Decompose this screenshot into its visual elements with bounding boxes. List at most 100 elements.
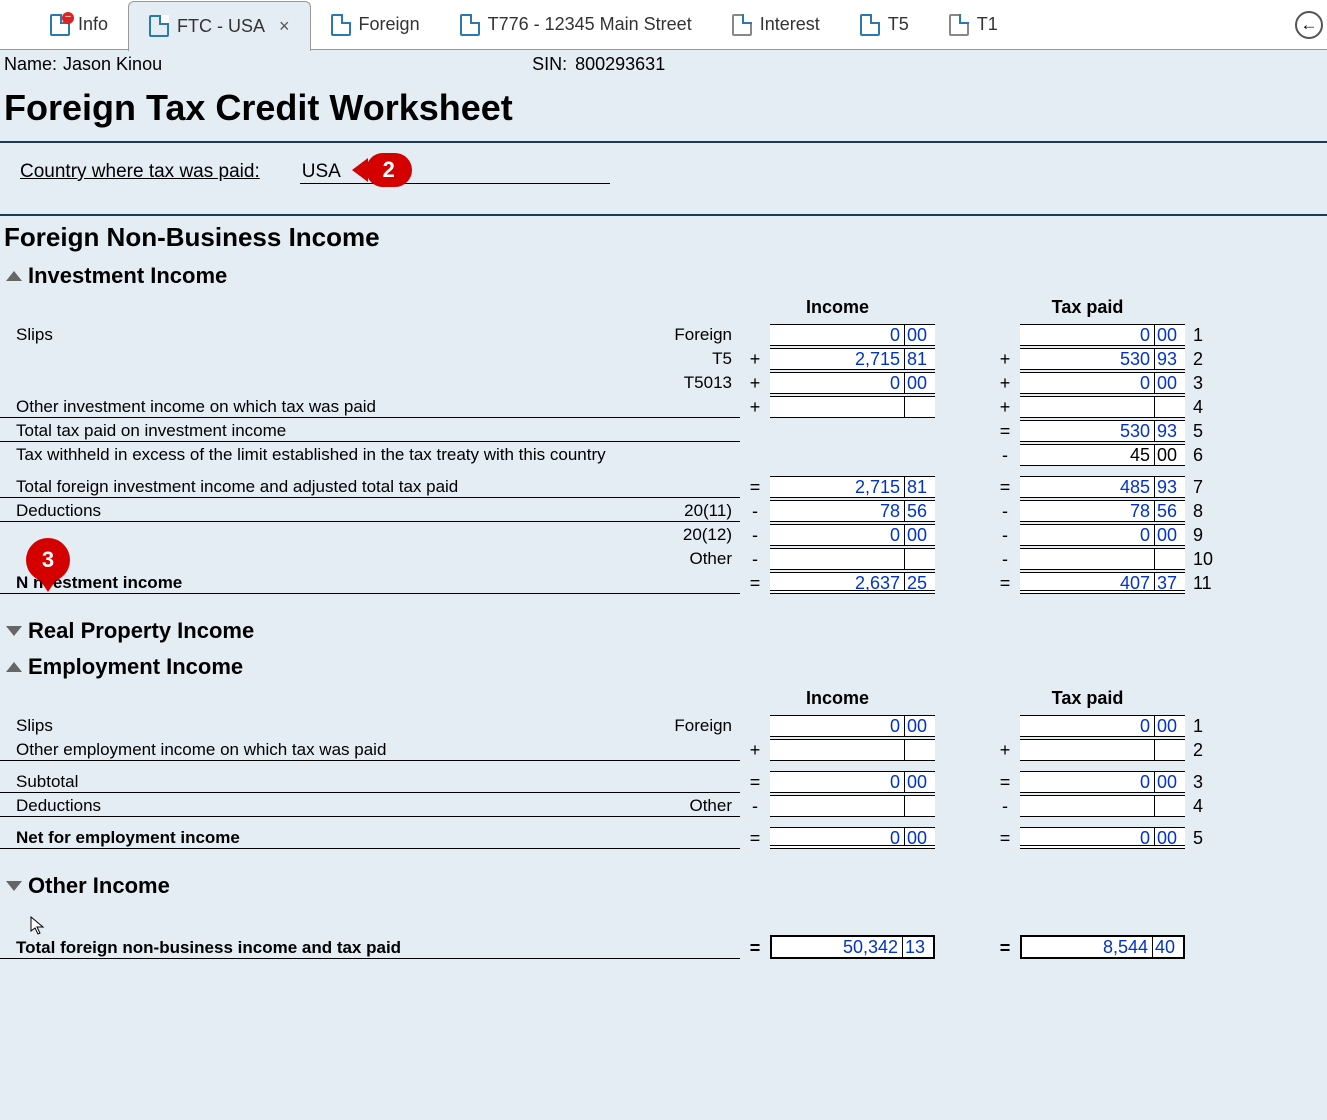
income-field[interactable]: 000: [770, 715, 935, 737]
taxpaid-field[interactable]: 000: [1020, 827, 1185, 849]
sin-value: 800293631: [575, 54, 665, 75]
line-number: 5: [1185, 421, 1215, 442]
income-field[interactable]: 000: [770, 524, 935, 546]
row-sublabel: 20(11): [684, 501, 740, 521]
income-field[interactable]: 000: [770, 324, 935, 346]
row-label: Slips: [16, 325, 53, 345]
taxpaid-field[interactable]: 000: [1020, 715, 1185, 737]
line-row: Total foreign investment income and adju…: [0, 474, 1327, 498]
row-sublabel: Foreign: [674, 716, 740, 736]
operator: =: [990, 772, 1020, 793]
taxpaid-field[interactable]: 53093: [1020, 348, 1185, 370]
income-field[interactable]: [770, 795, 935, 817]
document-plain-icon: [949, 14, 969, 36]
line-row: 20(12)-000-0009: [0, 522, 1327, 546]
income-field[interactable]: 2,71581: [770, 348, 935, 370]
tab-label: Foreign: [359, 14, 420, 35]
taxpaid-field[interactable]: 000: [1020, 324, 1185, 346]
income-field[interactable]: 000: [770, 771, 935, 793]
document-error-icon: [50, 14, 70, 36]
document-icon: [860, 14, 880, 36]
row-label: Other investment income on which tax was…: [16, 397, 376, 417]
close-icon[interactable]: ×: [279, 16, 290, 37]
total-taxpaid-field[interactable]: 8,54440: [1020, 935, 1185, 959]
income-field[interactable]: [770, 739, 935, 761]
operator: -: [990, 501, 1020, 522]
line-number: 2: [1185, 740, 1215, 761]
taxpaid-field[interactable]: 40737: [1020, 572, 1185, 594]
operator: =: [740, 828, 770, 849]
row-label: Deductions: [16, 796, 101, 816]
tab-label: T5: [888, 14, 909, 35]
line-row: Other employment income on which tax was…: [0, 737, 1327, 761]
line-number: 8: [1185, 501, 1215, 522]
country-row: Country where tax was paid: USA 2: [20, 161, 1327, 184]
tab-info[interactable]: Info: [30, 0, 128, 50]
tab-ftc-usa[interactable]: FTC - USA ×: [128, 1, 311, 51]
income-field[interactable]: 000: [770, 827, 935, 849]
tab-foreign[interactable]: Foreign: [311, 0, 440, 50]
taxpaid-field[interactable]: 000: [1020, 524, 1185, 546]
taxpaid-field[interactable]: 4500: [1020, 444, 1185, 466]
tab-t776[interactable]: T776 - 12345 Main Street: [440, 0, 712, 50]
income-field[interactable]: 000: [770, 372, 935, 394]
tab-bar: Info FTC - USA × Foreign T776 - 12345 Ma…: [0, 0, 1327, 50]
col-taxpaid: Tax paid: [990, 688, 1185, 709]
col-taxpaid: Tax paid: [990, 297, 1185, 318]
name-value: Jason Kinou: [63, 54, 162, 75]
taxpaid-field[interactable]: [1020, 739, 1185, 761]
operator: -: [990, 445, 1020, 466]
total-row: Total foreign non-business income and ta…: [0, 935, 1327, 959]
column-headers: Income Tax paid: [0, 688, 1327, 709]
subsection-label: Employment Income: [28, 654, 243, 680]
operator: =: [990, 477, 1020, 498]
taxpaid-field[interactable]: [1020, 795, 1185, 817]
total-income-field[interactable]: 50,34213: [770, 935, 935, 959]
line-row: Net for employment income=000=0005: [0, 825, 1327, 849]
row-label: Total foreign investment income and adju…: [16, 477, 458, 497]
income-field[interactable]: 2,71581: [770, 476, 935, 498]
taxpaid-field[interactable]: 53093: [1020, 420, 1185, 442]
operator: +: [740, 740, 770, 761]
subsection-employment[interactable]: Employment Income: [6, 654, 1327, 680]
tab-t1[interactable]: T1: [929, 0, 1018, 50]
income-field[interactable]: [770, 548, 935, 570]
operator: =: [740, 772, 770, 793]
row-sublabel: Foreign: [674, 325, 740, 345]
taxpaid-field[interactable]: 48593: [1020, 476, 1185, 498]
operator: +: [740, 349, 770, 370]
country-label: Country where tax was paid:: [20, 161, 260, 183]
document-icon: [149, 15, 169, 37]
taxpaid-field[interactable]: 000: [1020, 372, 1185, 394]
row-label: Slips: [16, 716, 53, 736]
operator: -: [740, 525, 770, 546]
line-row: Deductions20(11)-7856-78568: [0, 498, 1327, 522]
subsection-label: Other Income: [28, 873, 170, 899]
line-number: 3: [1185, 772, 1215, 793]
taxpaid-field[interactable]: [1020, 396, 1185, 418]
line-number: 2: [1185, 349, 1215, 370]
operator: -: [740, 549, 770, 570]
taxpaid-field[interactable]: 7856: [1020, 500, 1185, 522]
country-input[interactable]: USA 2: [300, 161, 610, 184]
line-number: 1: [1185, 325, 1215, 346]
col-income: Income: [740, 297, 935, 318]
taxpaid-field[interactable]: 000: [1020, 771, 1185, 793]
subsection-investment[interactable]: Investment Income: [6, 263, 1327, 289]
subsection-real-property[interactable]: Real Property Income: [6, 618, 1327, 644]
tab-interest[interactable]: Interest: [712, 0, 840, 50]
income-field[interactable]: [770, 396, 935, 418]
taxpaid-field[interactable]: [1020, 548, 1185, 570]
annotation-2: 2: [366, 153, 412, 187]
income-field[interactable]: 2,63725: [770, 572, 935, 594]
income-field[interactable]: 7856: [770, 500, 935, 522]
operator: +: [990, 349, 1020, 370]
back-arrow-icon[interactable]: ←: [1295, 11, 1323, 39]
chevron-down-icon: [6, 626, 22, 636]
tab-t5[interactable]: T5: [840, 0, 929, 50]
person-header: Name: Jason Kinou SIN: 800293631: [0, 50, 1327, 83]
line-row: T5+2,71581+530932: [0, 346, 1327, 370]
row-sublabel: T5: [712, 349, 740, 369]
subsection-other[interactable]: Other Income: [6, 873, 1327, 899]
line-row: Tax withheld in excess of the limit esta…: [0, 442, 1327, 466]
